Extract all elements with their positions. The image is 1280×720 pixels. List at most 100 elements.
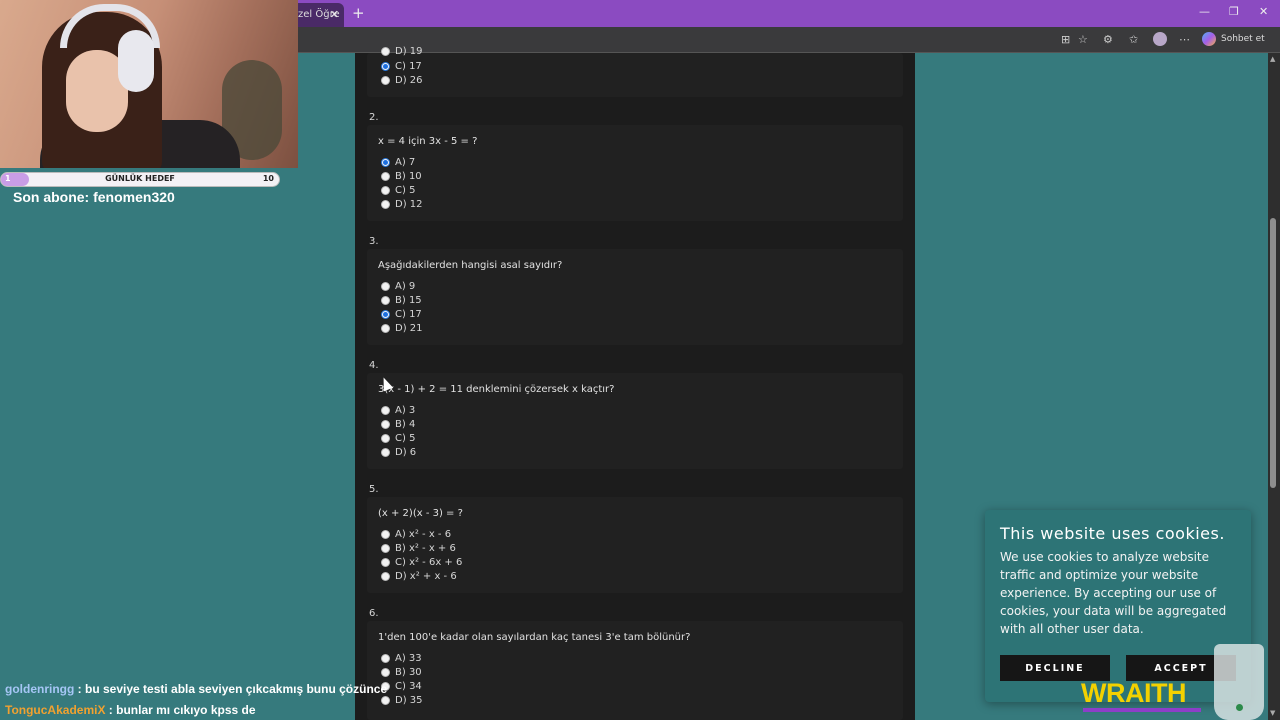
chat-text: : bunlar mı cıkıyo kpss de	[105, 703, 256, 717]
option-label: C) 5	[395, 184, 416, 196]
option-row[interactable]: B) 15	[381, 293, 422, 307]
radio-button-selected[interactable]	[381, 309, 390, 319]
last-subscriber: Son abone: fenomen320	[13, 189, 175, 205]
chat-username: goldenringg	[5, 682, 75, 696]
radio-button[interactable]	[381, 571, 390, 581]
scrollbar-thumb[interactable]	[1270, 218, 1276, 488]
radio-button[interactable]	[381, 295, 390, 305]
question-number: 3.	[369, 236, 379, 247]
chat-message: TongucAkademiX : bunlar mı cıkıyo kpss d…	[5, 703, 256, 717]
radio-button[interactable]	[381, 75, 390, 85]
option-label: A) 3	[395, 404, 416, 416]
radio-button[interactable]	[381, 543, 390, 553]
option-row[interactable]: D) 21	[381, 321, 423, 335]
option-row[interactable]: B) 4	[381, 417, 415, 431]
copilot-chat-label[interactable]: Sohbet et	[1221, 34, 1265, 44]
option-label: C) 17	[395, 308, 422, 320]
option-label: B) 30	[395, 666, 422, 678]
option-row[interactable]: A) 9	[381, 279, 415, 293]
radio-button[interactable]	[381, 419, 390, 429]
radio-button-selected[interactable]	[381, 157, 390, 167]
copilot-icon[interactable]	[1202, 32, 1216, 46]
option-row[interactable]: D) 35	[381, 693, 423, 707]
option-row[interactable]: D) 6	[381, 445, 416, 459]
option-label: D) 6	[395, 446, 417, 458]
radio-button[interactable]	[381, 281, 390, 291]
page-scrollbar[interactable]: ▲ ▼	[1268, 53, 1280, 720]
cookie-description: We use cookies to analyze website traffi…	[1000, 550, 1227, 636]
chat-message: goldenringg : bu seviye testi abla seviy…	[5, 682, 387, 696]
question-text: x = 4 için 3x - 5 = ?	[378, 136, 478, 147]
restore-icon[interactable]: ❐	[1229, 5, 1239, 18]
scroll-down-arrow-icon[interactable]: ▼	[1270, 709, 1275, 717]
sponsor-logo: WRAITH	[1081, 678, 1186, 708]
radio-button[interactable]	[381, 185, 390, 195]
question-card: 3(x - 1) + 2 = 11 denklemini çözersek x …	[367, 373, 903, 469]
close-window-icon[interactable]: ✕	[1259, 5, 1268, 18]
goal-target: 10	[262, 174, 274, 183]
option-label: C) 5	[395, 432, 416, 444]
question-number: 5.	[369, 484, 379, 495]
option-label: B) 10	[395, 170, 422, 182]
option-row[interactable]: C) 17	[381, 59, 422, 73]
question-text: (x + 2)(x - 3) = ?	[378, 508, 463, 519]
option-row[interactable]: A) 3	[381, 403, 415, 417]
option-row[interactable]: D) 19	[381, 44, 423, 58]
option-label: D) 26	[395, 74, 423, 86]
option-label: D) 12	[395, 198, 423, 210]
option-row[interactable]: B) x² - x + 6	[381, 541, 456, 555]
question-number: 2.	[369, 112, 379, 123]
more-menu-icon[interactable]: ⋯	[1179, 33, 1190, 46]
profile-avatar[interactable]	[1153, 32, 1167, 46]
option-row[interactable]: C) 17	[381, 307, 422, 321]
option-label: D) x² + x - 6	[395, 570, 457, 582]
option-row[interactable]: C) 5	[381, 183, 415, 197]
scroll-up-arrow-icon[interactable]: ▲	[1270, 55, 1275, 63]
radio-button[interactable]	[381, 529, 390, 539]
radio-button[interactable]	[381, 323, 390, 333]
option-label: A) 9	[395, 280, 416, 292]
app-available-icon[interactable]: ⊞	[1061, 33, 1070, 46]
goal-label: GÜNLÜK HEDEF	[105, 174, 175, 183]
minimize-icon[interactable]: —	[1199, 5, 1210, 18]
new-tab-button[interactable]: +	[352, 4, 365, 22]
option-row[interactable]: D) x² + x - 6	[381, 569, 457, 583]
option-label: B) x² - x + 6	[395, 542, 456, 554]
radio-button[interactable]	[381, 667, 390, 677]
question-card: (x + 2)(x - 3) = ? A) x² - x - 6 B) x² -…	[367, 497, 903, 593]
question-text: 1'den 100'e kadar olan sayılardan kaç ta…	[378, 632, 691, 643]
radio-button[interactable]	[381, 447, 390, 457]
browser-tab-active[interactable]: zel Öğre ✕	[292, 3, 344, 27]
option-row[interactable]: A) 33	[381, 651, 422, 665]
option-row[interactable]: B) 10	[381, 169, 422, 183]
radio-button[interactable]	[381, 557, 390, 567]
option-label: C) 34	[395, 680, 422, 692]
option-row[interactable]: C) x² - 6x + 6	[381, 555, 462, 569]
radio-button[interactable]	[381, 695, 390, 705]
option-row[interactable]: D) 26	[381, 73, 423, 87]
radio-button-selected[interactable]	[381, 61, 390, 71]
chat-text: : bu seviye testi abla seviyen çıkcakmış…	[74, 682, 388, 696]
option-row[interactable]: B) 30	[381, 665, 422, 679]
radio-button[interactable]	[381, 405, 390, 415]
chat-username: TongucAkademiX	[5, 703, 106, 717]
radio-button[interactable]	[381, 171, 390, 181]
option-row[interactable]: D) 12	[381, 197, 423, 211]
radio-button[interactable]	[381, 199, 390, 209]
cookie-title: This website uses cookies.	[1000, 524, 1225, 543]
question-card: x = 4 için 3x - 5 = ? A) 7 B) 10 C) 5 D)…	[367, 125, 903, 221]
option-label: A) 33	[395, 652, 422, 664]
extensions-icon[interactable]: ⚙	[1103, 33, 1113, 46]
radio-button[interactable]	[381, 46, 390, 56]
headset-icon	[118, 30, 154, 92]
radio-button[interactable]	[381, 653, 390, 663]
radio-button[interactable]	[381, 433, 390, 443]
option-label: C) 17	[395, 60, 422, 72]
option-label: D) 35	[395, 694, 423, 706]
option-row[interactable]: C) 5	[381, 431, 415, 445]
option-row[interactable]: A) x² - x - 6	[381, 527, 451, 541]
option-row[interactable]: A) 7	[381, 155, 415, 169]
favorite-star-icon[interactable]: ☆	[1078, 33, 1088, 46]
favorites-list-icon[interactable]: ✩	[1129, 33, 1138, 46]
tab-close-icon[interactable]: ✕	[330, 8, 339, 21]
